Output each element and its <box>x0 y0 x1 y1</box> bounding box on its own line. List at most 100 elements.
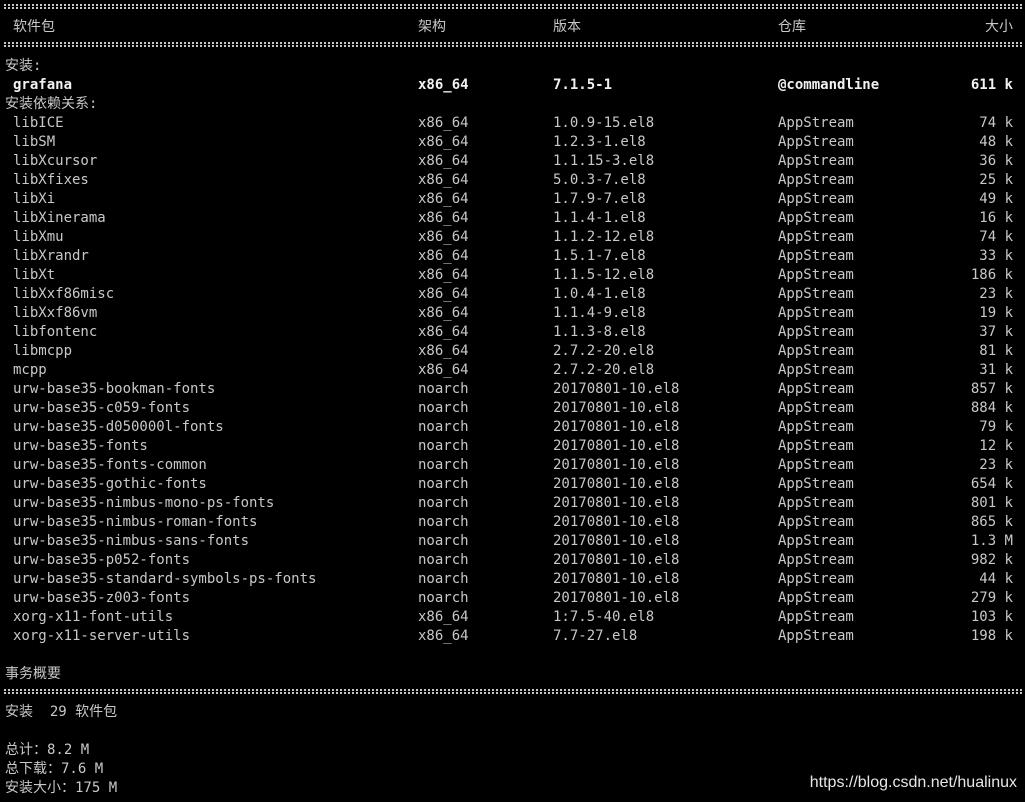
package-name: urw-base35-bookman-fonts <box>13 381 216 397</box>
package-version: 7.7-27.el8 <box>553 628 638 644</box>
table-row: urw-base35-standard-symbols-ps-fonts noar… <box>0 570 1025 589</box>
deps-heading: 安装依赖关系: <box>0 95 1025 114</box>
table-row: urw-base35-d050000l-fonts noarch 20170801-… <box>0 418 1025 437</box>
table-row: urw-base35-nimbus-sans-fonts noarch 201708… <box>0 532 1025 551</box>
package-repo: AppStream <box>778 305 854 321</box>
package-repo: AppStream <box>778 571 854 587</box>
package-size: 74 k <box>979 229 1013 245</box>
package-arch: x86_64 <box>418 115 469 131</box>
package-version: 20170801-10.el8 <box>553 438 680 454</box>
package-version: 2.7.2-20.el8 <box>553 343 655 359</box>
package-name: urw-base35-p052-fonts <box>13 552 191 568</box>
package-repo: AppStream <box>778 134 854 150</box>
summary-download-text: 总下载：7.6 M <box>5 761 104 777</box>
package-repo: @commandline <box>778 77 880 93</box>
package-size: 186 k <box>970 267 1013 283</box>
package-version: 1.5.1-7.el8 <box>553 248 646 264</box>
package-arch: noarch <box>418 381 469 397</box>
package-repo: AppStream <box>778 552 854 568</box>
package-arch: x86_64 <box>418 134 469 150</box>
package-version: 7.1.5-1 <box>553 77 613 93</box>
package-version: 1.1.15-3.el8 <box>553 153 655 169</box>
package-version: 20170801-10.el8 <box>553 571 680 587</box>
package-version: 20170801-10.el8 <box>553 495 680 511</box>
package-version: 1.1.4-9.el8 <box>553 305 646 321</box>
package-size: 37 k <box>979 324 1013 340</box>
install-heading: 安装: <box>0 57 1025 76</box>
package-name: libXcursor <box>13 153 98 169</box>
package-arch: x86_64 <box>418 248 469 264</box>
table-row: urw-base35-fonts-common noarch 20170801-10… <box>0 456 1025 475</box>
header-size: 大小 <box>985 19 1013 35</box>
header-arch: 架构 <box>418 19 446 35</box>
package-arch: x86_64 <box>418 305 469 321</box>
package-repo: AppStream <box>778 115 854 131</box>
package-repo: AppStream <box>778 267 854 283</box>
package-arch: noarch <box>418 514 469 530</box>
package-version: 20170801-10.el8 <box>553 590 680 606</box>
package-name: libXfixes <box>13 172 89 188</box>
package-repo: AppStream <box>778 419 854 435</box>
deps-heading-text: 安装依赖关系: <box>5 96 98 112</box>
package-arch: x86_64 <box>418 172 469 188</box>
table-row: xorg-x11-server-utils x86_64 7.7-27.el8 App… <box>0 627 1025 646</box>
table-row: libXi x86_64 1.7.9-7.el8 AppStream 49 k <box>0 190 1025 209</box>
package-name: libXxf86misc <box>13 286 115 302</box>
package-version: 1:7.5-40.el8 <box>553 609 655 625</box>
package-arch: x86_64 <box>418 229 469 245</box>
package-name: urw-base35-gothic-fonts <box>13 476 207 492</box>
package-repo: AppStream <box>778 172 854 188</box>
table-row: libXmu x86_64 1.1.2-12.el8 AppStream 74 k <box>0 228 1025 247</box>
package-repo: AppStream <box>778 438 854 454</box>
package-repo: AppStream <box>778 590 854 606</box>
package-size: 103 k <box>970 609 1013 625</box>
header-package: 软件包 <box>13 19 55 35</box>
package-repo: AppStream <box>778 248 854 264</box>
package-name: urw-base35-fonts <box>13 438 148 454</box>
package-arch: x86_64 <box>418 153 469 169</box>
package-size: 16 k <box>979 210 1013 226</box>
package-version: 20170801-10.el8 <box>553 457 680 473</box>
package-repo: AppStream <box>778 476 854 492</box>
package-name: libmcpp <box>13 343 73 359</box>
table-row: urw-base35-nimbus-mono-ps-fonts noarch 201… <box>0 494 1025 513</box>
package-repo: AppStream <box>778 362 854 378</box>
package-arch: noarch <box>418 457 469 473</box>
package-size: 81 k <box>979 343 1013 359</box>
package-size: 79 k <box>979 419 1013 435</box>
table-row: urw-base35-bookman-fonts noarch 20170801-1… <box>0 380 1025 399</box>
package-arch: noarch <box>418 590 469 606</box>
table-row: urw-base35-c059-fonts noarch 20170801-10.e… <box>0 399 1025 418</box>
package-name: libXmu <box>13 229 64 245</box>
package-name: urw-base35-standard-symbols-ps-fonts <box>13 571 317 587</box>
package-size: 25 k <box>979 172 1013 188</box>
package-version: 2.7.2-20.el8 <box>553 362 655 378</box>
package-size: 33 k <box>979 248 1013 264</box>
table-row: urw-base35-fonts noarch 20170801-10.el8 App… <box>0 437 1025 456</box>
table-row: libmcpp x86_64 2.7.2-20.el8 AppStream 81 k <box>0 342 1025 361</box>
package-arch: x86_64 <box>418 267 469 283</box>
package-arch: x86_64 <box>418 362 469 378</box>
package-version: 1.0.9-15.el8 <box>553 115 655 131</box>
table-row: libSM x86_64 1.2.3-1.el8 AppStream 48 k <box>0 133 1025 152</box>
summary-rule <box>4 689 1022 694</box>
package-name: urw-base35-nimbus-roman-fonts <box>13 514 258 530</box>
table-row: urw-base35-gothic-fonts noarch 20170801-10… <box>0 475 1025 494</box>
package-name: urw-base35-d050000l-fonts <box>13 419 224 435</box>
package-repo: AppStream <box>778 400 854 416</box>
package-name: xorg-x11-font-utils <box>13 609 174 625</box>
package-repo: AppStream <box>778 324 854 340</box>
package-repo: AppStream <box>778 229 854 245</box>
package-name: grafana <box>13 77 73 93</box>
summary-heading: 事务概要 <box>0 665 1025 684</box>
package-arch: x86_64 <box>418 609 469 625</box>
package-repo: AppStream <box>778 457 854 473</box>
package-version: 20170801-10.el8 <box>553 400 680 416</box>
package-size: 49 k <box>979 191 1013 207</box>
table-row: grafana x86_64 7.1.5-1 @commandline 611 … <box>0 76 1025 95</box>
package-name: libfontenc <box>13 324 98 340</box>
table-row: libXrandr x86_64 1.5.1-7.el8 AppStream 33 k <box>0 247 1025 266</box>
summary-install-line: 安装 29 软件包 <box>0 703 1025 722</box>
package-name: libXt <box>13 267 56 283</box>
package-arch: x86_64 <box>418 191 469 207</box>
